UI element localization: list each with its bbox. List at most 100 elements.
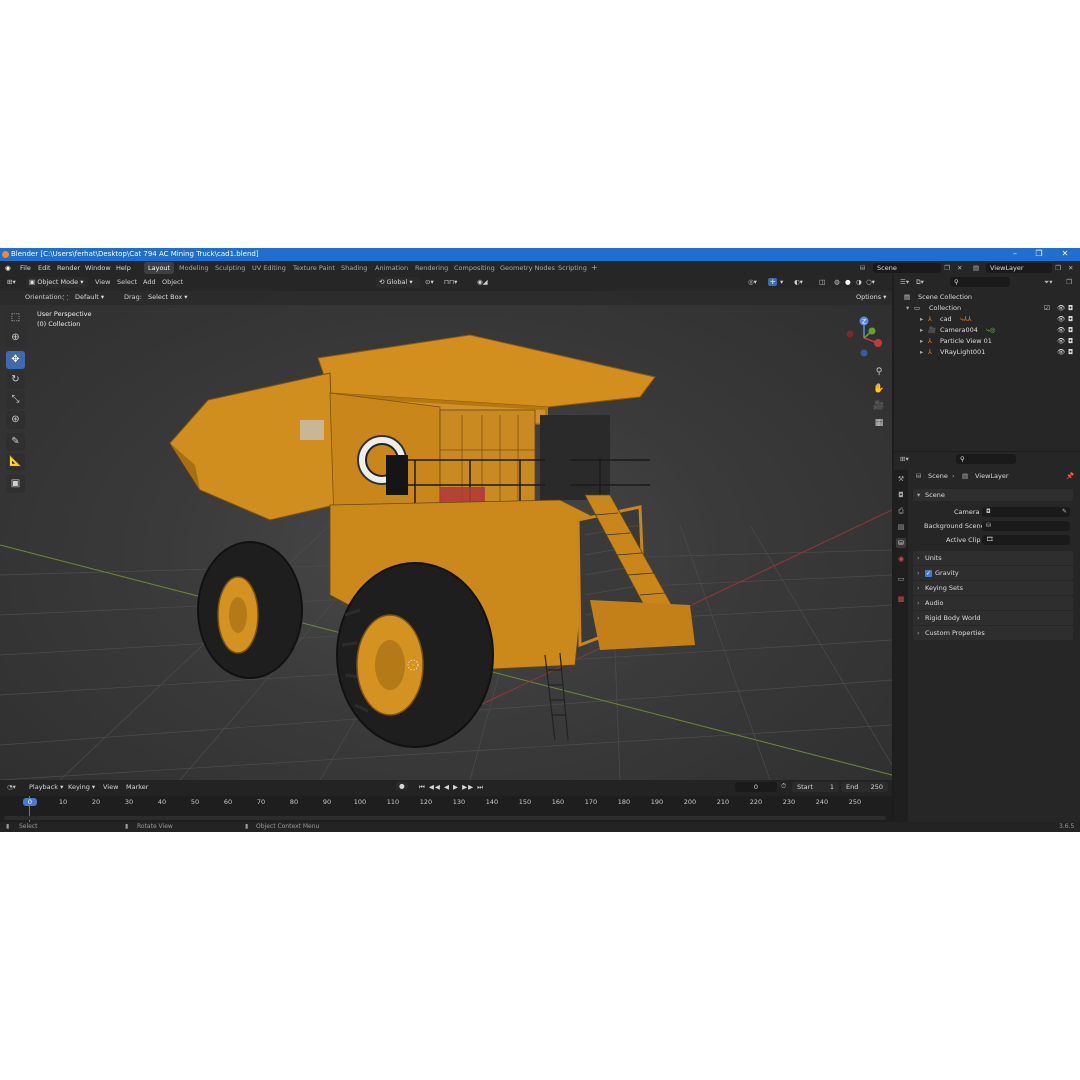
menu-add[interactable]: Add — [143, 278, 156, 286]
viewlayer-selector[interactable]: ViewLayer — [986, 263, 1052, 273]
new-scene-icon[interactable]: ❐ — [944, 264, 950, 272]
rotate-tool-icon[interactable]: ↻ — [6, 371, 25, 389]
tab-compositing[interactable]: Compositing — [450, 262, 499, 274]
menu-object[interactable]: Object — [162, 278, 183, 286]
render-tab-icon[interactable]: ◘ — [896, 490, 906, 500]
wireframe-shading-icon[interactable]: ◍ — [834, 278, 840, 286]
menu-timeline-view[interactable]: View — [103, 783, 118, 791]
render-camera-icon[interactable]: ◘ — [1068, 325, 1073, 336]
tab-geometry-nodes[interactable]: Geometry Nodes — [496, 262, 559, 274]
measure-tool-icon[interactable]: 📐 — [6, 453, 25, 471]
menu-help[interactable]: Help — [116, 264, 131, 272]
playback-controls[interactable]: ⏮ ◀◀ ◀ ▶ ▶▶ ⏭ — [419, 783, 484, 792]
menu-window[interactable]: Window — [85, 264, 111, 272]
outliner-row-collection[interactable]: ▾ ▭ Collection ☑ 👁 ◘ — [894, 303, 1080, 314]
menu-view[interactable]: View — [95, 278, 110, 286]
pan-hand-icon[interactable]: ✋ — [872, 382, 886, 396]
filter-icon[interactable]: ⏷▾ — [1044, 278, 1052, 287]
units-panel[interactable]: › Units — [913, 551, 1073, 565]
active-clip-field[interactable]: 🎞 — [982, 535, 1070, 545]
properties-search-input[interactable]: ⚲ — [956, 454, 1016, 464]
material-shading-icon[interactable]: ◑ — [856, 278, 862, 286]
timeline-scrollbar[interactable] — [4, 816, 886, 820]
tab-rendering[interactable]: Rendering — [411, 262, 452, 274]
camera-field[interactable]: ◘ ✎ — [982, 507, 1070, 517]
object-mode-dropdown[interactable]: ▣ Object Mode ▾ — [26, 277, 88, 288]
cursor-tool-icon[interactable]: ⊕ — [6, 329, 25, 347]
navigation-gizmo[interactable]: Z — [842, 313, 886, 359]
expand-arrow-icon[interactable]: ▸ — [920, 336, 923, 347]
render-camera-icon[interactable]: ◘ — [1068, 314, 1073, 325]
expand-arrow-icon[interactable]: ▸ — [920, 325, 923, 336]
outliner-editor-icon[interactable]: ☰▾ — [900, 278, 909, 286]
eyedropper-icon[interactable]: ✎ — [1062, 507, 1067, 517]
menu-edit[interactable]: Edit — [38, 264, 51, 272]
pivot-icon[interactable]: ⊙▾ — [425, 278, 434, 286]
menu-file[interactable]: File — [20, 264, 31, 272]
perspective-grid-icon[interactable]: ▦ — [872, 416, 886, 430]
render-camera-icon[interactable]: ◘ — [1068, 347, 1073, 358]
overlays-icon[interactable]: ◐▾ — [794, 278, 803, 286]
select-tool-icon[interactable]: ⬚ — [6, 309, 25, 327]
maximize-icon[interactable]: ❐ — [1033, 249, 1045, 258]
expand-arrow-icon[interactable]: ▸ — [920, 347, 923, 358]
rigid-body-world-panel[interactable]: › Rigid Body World — [913, 611, 1073, 625]
current-frame-field[interactable]: 0 — [735, 782, 777, 792]
menu-keying[interactable]: Keying ▾ — [68, 783, 95, 791]
scene-tab-icon[interactable]: ⛁ — [896, 538, 906, 548]
gizmo-dropdown-icon[interactable]: ▾ — [780, 278, 783, 286]
keying-sets-panel[interactable]: › Keying Sets — [913, 581, 1073, 595]
visibility-eye-icon[interactable]: 👁 — [1057, 347, 1065, 358]
delete-viewlayer-icon[interactable]: ✕ — [1068, 264, 1073, 272]
record-button[interactable]: ● — [396, 782, 408, 790]
blender-menu-icon[interactable]: ◉ — [5, 264, 11, 272]
drag-dropdown[interactable]: Select Box ▾ — [145, 292, 188, 303]
audio-panel[interactable]: › Audio — [913, 596, 1073, 610]
render-camera-icon[interactable]: ◘ — [1068, 303, 1073, 314]
tab-sculpting[interactable]: Sculpting — [211, 262, 249, 274]
view-layer-tab-icon[interactable]: ▤ — [896, 522, 906, 532]
collection-tab-icon[interactable]: ▭ — [896, 574, 906, 584]
outliner-search-input[interactable]: ⚲ — [950, 277, 1010, 287]
move-tool-icon[interactable]: ✥ — [6, 351, 25, 369]
outliner-row-cad[interactable]: ▸ ⅄ cad ⤷⅄⅄ 👁 ◘ — [894, 314, 1080, 325]
output-tab-icon[interactable]: ⎙ — [896, 506, 906, 516]
expand-arrow-icon[interactable]: ▸ — [920, 314, 923, 325]
solid-shading-icon[interactable]: ● — [845, 278, 851, 286]
delete-scene-icon[interactable]: ✕ — [957, 264, 962, 272]
annotate-tool-icon[interactable]: ✎ — [6, 433, 25, 451]
pin-icon[interactable]: 📌 — [1066, 472, 1074, 480]
tab-shading[interactable]: Shading — [337, 262, 371, 274]
background-scene-field[interactable]: ⛁ — [982, 521, 1070, 531]
options-dropdown[interactable]: Options ▾ — [853, 292, 887, 303]
tool-tab-icon[interactable]: ⚒ — [896, 474, 906, 484]
menu-marker[interactable]: Marker — [126, 783, 148, 791]
new-collection-icon[interactable]: ❐ — [1066, 278, 1072, 286]
close-icon[interactable]: ✕ — [1059, 249, 1071, 258]
outliner-row-vraylight[interactable]: ▸ ⅄ VRayLight001 👁 ◘ — [894, 347, 1080, 358]
visibility-eye-icon[interactable]: 👁 — [1057, 325, 1065, 336]
menu-select[interactable]: Select — [117, 278, 137, 286]
outliner-row-camera004[interactable]: ▸ 🎥 Camera004 ⤷◎ 👁 ◘ — [894, 325, 1080, 336]
visibility-eye-icon[interactable]: 👁 — [1057, 314, 1065, 325]
tab-modeling[interactable]: Modeling — [175, 262, 213, 274]
tab-layout[interactable]: Layout — [144, 262, 175, 274]
checkbox-icon[interactable]: ☑ — [1044, 303, 1050, 314]
scene-selector[interactable]: Scene — [873, 263, 941, 273]
menu-playback[interactable]: Playback ▾ — [29, 783, 63, 791]
editor-type-icon[interactable]: ⊞▾ — [7, 278, 16, 286]
clock-icon[interactable]: ⏱ — [781, 782, 786, 791]
timeline-editor-icon[interactable]: ◔▾ — [7, 783, 16, 791]
orientation-dropdown[interactable]: Default ▾ — [72, 292, 118, 303]
display-mode-icon[interactable]: ⧉▾ — [916, 278, 924, 287]
rendered-shading-icon[interactable]: ○▾ — [866, 278, 875, 286]
menu-render[interactable]: Render — [57, 264, 80, 272]
custom-properties-panel[interactable]: › Custom Properties — [913, 626, 1073, 640]
tab-animation[interactable]: Animation — [371, 262, 412, 274]
gravity-panel[interactable]: › ✓ Gravity — [913, 566, 1073, 580]
snap-icon[interactable]: ⊓⊓▾ — [444, 278, 457, 286]
render-camera-icon[interactable]: ◘ — [1068, 336, 1073, 347]
start-frame-field[interactable]: Start 1 — [792, 782, 839, 792]
zoom-icon[interactable]: ⚲ — [872, 365, 886, 379]
properties-editor-icon[interactable]: ⊞▾ — [900, 455, 909, 463]
